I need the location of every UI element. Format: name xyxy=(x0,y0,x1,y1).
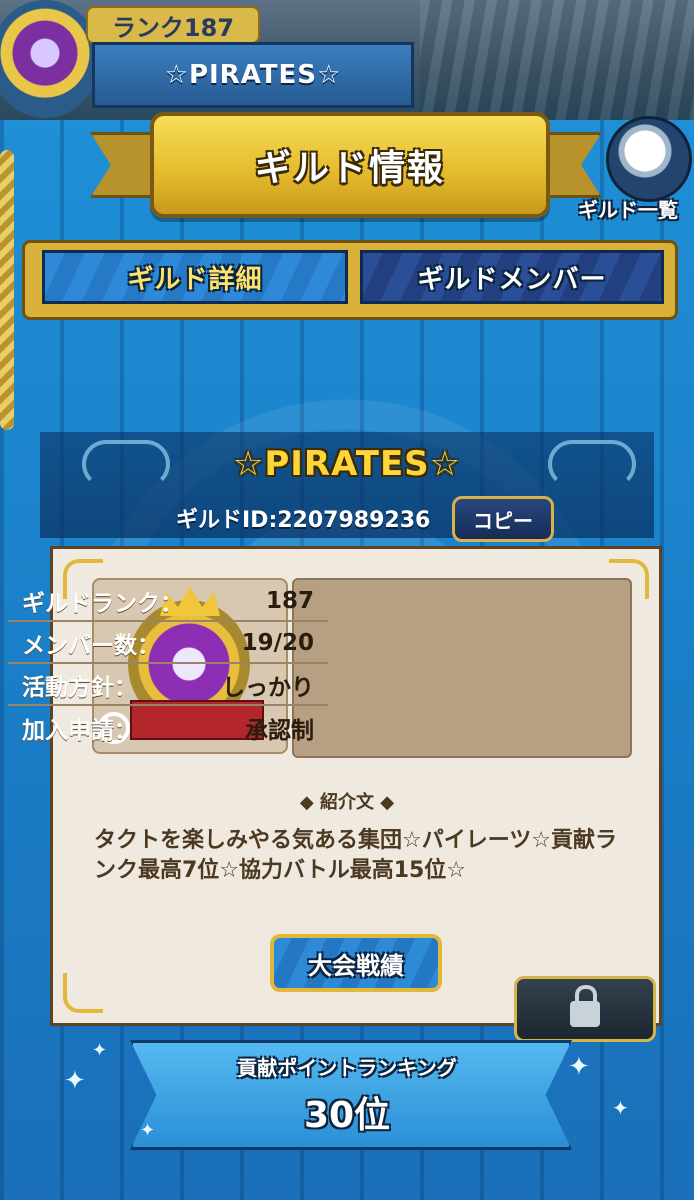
sparkle-icon: ✦ xyxy=(92,1040,108,1061)
intro-heading: ◆ 紹介文 ◆ xyxy=(0,788,694,814)
rank-label: ランク187 xyxy=(86,6,260,44)
sparkle-icon: ✦ xyxy=(140,1120,156,1141)
guild-info-table xyxy=(292,578,632,758)
banner-main: ギルド情報 xyxy=(150,112,550,218)
info-value: 19/20 xyxy=(241,630,314,656)
sparkle-icon: ✦ xyxy=(64,1066,86,1096)
sparkle-icon: ✦ xyxy=(568,1052,590,1082)
info-row-policy: 活動方針： しっかり xyxy=(8,666,328,706)
guild-list-label: ギルド一覧 xyxy=(578,198,678,222)
corner-ornament xyxy=(63,973,103,1013)
intro-heading-text: 紹介文 xyxy=(320,792,374,813)
guild-id: ギルドID:2207989236 xyxy=(176,508,431,533)
background-decoration xyxy=(420,0,694,120)
info-value: しっかり xyxy=(222,675,314,701)
guild-header-name: ☆PIRATES☆ xyxy=(92,42,414,108)
chevron-right-icon: ◆ xyxy=(374,792,395,813)
locked-button[interactable] xyxy=(514,976,656,1042)
info-row-rank: ギルドランク： 187 xyxy=(8,582,328,622)
guild-list-button[interactable]: ギルド一覧 xyxy=(578,116,694,226)
tab-guild-detail-label: ギルド詳細 xyxy=(127,264,263,295)
sparkle-icon: ✦ xyxy=(612,1096,629,1120)
lock-icon xyxy=(570,985,600,1027)
tournament-results-button[interactable]: 大会戦績 xyxy=(270,934,442,992)
info-label: メンバー数： xyxy=(22,633,160,659)
tab-guild-members-label: ギルドメンバー xyxy=(417,264,607,295)
title-banner: ギルド情報 xyxy=(90,112,602,220)
guild-header: ランク187 ☆PIRATES☆ xyxy=(86,6,416,108)
rope-decoration xyxy=(0,150,14,430)
intro-text: タクトを楽しみやる気ある集団☆パイレーツ☆貢献ランク最高7位☆協力バトル最高15… xyxy=(94,828,618,883)
copy-button[interactable]: コピー xyxy=(452,496,554,542)
info-row-application: 加入申請： 承認制 xyxy=(8,708,328,748)
info-label: ギルドランク： xyxy=(22,591,183,617)
info-value: 承認制 xyxy=(245,718,314,744)
page-title: ギルド情報 xyxy=(254,148,445,189)
info-label: 活動方針： xyxy=(22,675,137,701)
chevron-left-icon: ◆ xyxy=(299,792,320,813)
info-value: 187 xyxy=(265,588,314,614)
info-row-members: メンバー数： 19/20 xyxy=(8,624,328,664)
tab-guild-members[interactable]: ギルドメンバー xyxy=(360,250,664,304)
tab-guild-detail[interactable]: ギルド詳細 xyxy=(42,250,348,304)
guild-name: ☆PIRATES☆ xyxy=(232,444,462,484)
info-label: 加入申請： xyxy=(22,718,137,744)
ranking-value: 30位 xyxy=(303,1095,391,1136)
magnifier-icon xyxy=(606,116,692,202)
